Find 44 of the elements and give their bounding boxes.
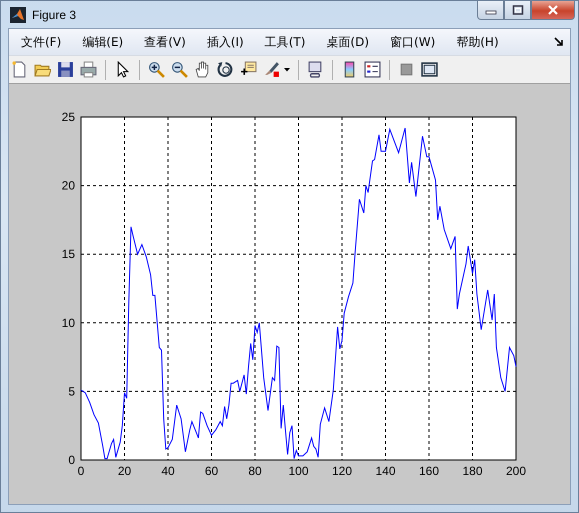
x-tick-label: 120 (332, 464, 352, 478)
legend-icon[interactable] (364, 61, 381, 78)
x-tick-label: 20 (118, 464, 132, 478)
menu-item[interactable]: 帮助(H) (448, 32, 507, 52)
app-logo-icon (10, 6, 26, 22)
restore-icon (512, 5, 524, 15)
menu-item[interactable]: 查看(V) (136, 32, 194, 52)
maximize-button[interactable] (504, 1, 531, 20)
x-tick-label: 140 (375, 464, 396, 478)
y-tick-label: 20 (62, 178, 75, 193)
y-tick-label: 0 (68, 453, 75, 467)
caret-icon[interactable] (284, 68, 290, 72)
y-tick-label: 10 (62, 316, 75, 330)
x-tick-label: 80 (248, 464, 262, 478)
close-icon (547, 5, 559, 15)
x-tick-label: 0 (78, 464, 84, 478)
menu-item[interactable]: 编辑(E) (74, 32, 132, 52)
new-file-icon[interactable] (11, 61, 28, 78)
data-cursor-icon[interactable] (240, 61, 257, 78)
x-tick-label: 100 (288, 464, 309, 478)
rotate-icon[interactable] (217, 61, 234, 78)
y-tick-label: 5 (68, 384, 75, 398)
x-tick-label: 160 (418, 464, 440, 478)
save-icon[interactable] (57, 61, 74, 78)
dock-arrow-icon[interactable] (554, 37, 564, 47)
menu-item[interactable]: 桌面(D) (318, 32, 378, 52)
menu-item[interactable]: 文件(F) (13, 32, 70, 52)
brush-icon[interactable] (263, 61, 280, 78)
close-button[interactable] (531, 1, 575, 20)
x-tick-label: 200 (506, 464, 526, 478)
x-tick-label: 40 (161, 464, 175, 478)
y-tick-label: 15 (62, 247, 75, 262)
y-tick-label: 25 (62, 110, 75, 124)
x-tick-label: 180 (462, 464, 483, 478)
menu-item[interactable]: 插入(I) (198, 32, 252, 52)
x-tick-label: 60 (204, 464, 218, 478)
zoom-in-icon[interactable] (148, 61, 165, 78)
hand-icon[interactable] (194, 61, 211, 78)
minimize-button[interactable] (477, 1, 504, 20)
menu-item[interactable]: 工具(T) (256, 32, 314, 52)
zoom-out-icon[interactable] (171, 61, 188, 78)
menu-item[interactable]: 窗口(W) (382, 32, 444, 52)
print-icon[interactable] (80, 61, 97, 78)
window-title: Figure 3 (32, 8, 76, 22)
